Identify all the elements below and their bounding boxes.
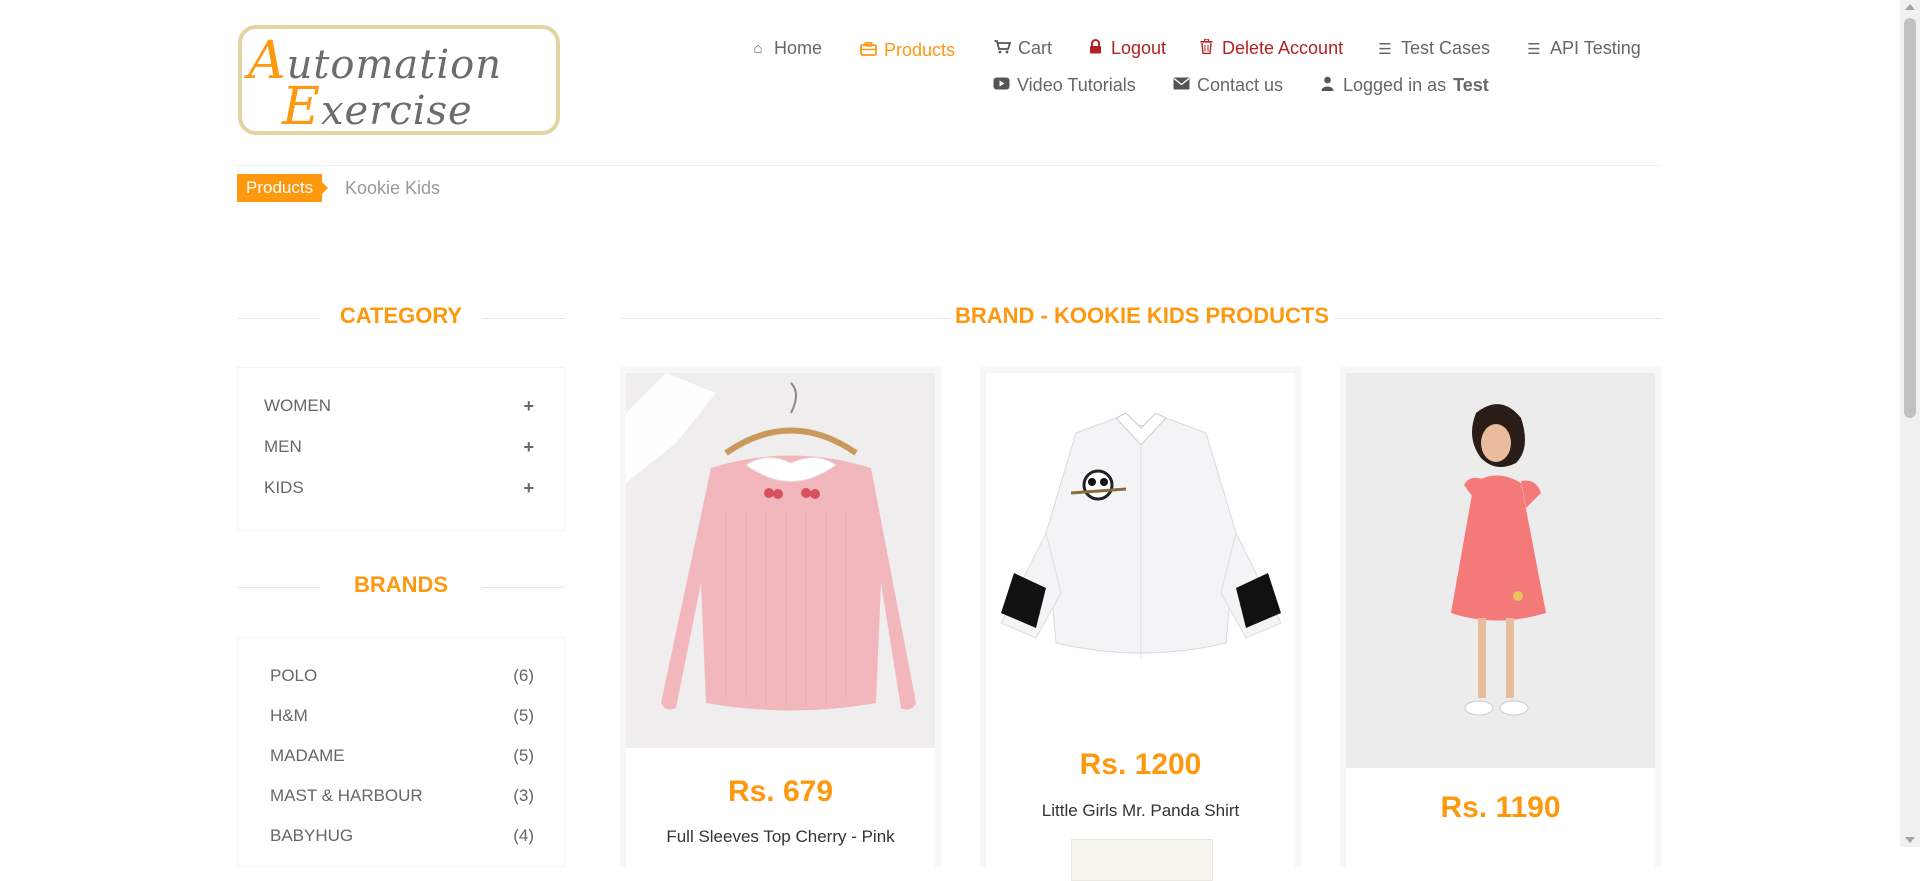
product-name: Full Sleeves Top Cherry - Pink <box>666 827 895 846</box>
scrollbar-thumb[interactable] <box>1904 18 1916 418</box>
list-icon: ☰ <box>1527 40 1541 58</box>
logged-in-username: Test <box>1453 75 1489 95</box>
plus-icon[interactable]: + <box>523 396 534 417</box>
title-rule <box>482 587 565 588</box>
brands-panel: POLO (6) H&M (5) MADAME (5) MAST & HARBOUR(… <box>237 637 565 867</box>
scroll-up-arrow-icon[interactable] <box>1905 4 1915 10</box>
product-price: Rs. 1190 <box>1440 791 1561 824</box>
breadcrumb-current: Kookie Kids <box>345 178 441 198</box>
product-price: Rs. 1200 <box>1079 748 1202 781</box>
nav-api-testing[interactable]: ☰ API Testing <box>1525 38 1640 59</box>
category-item-kids[interactable]: KIDS + <box>264 478 534 499</box>
title-rule <box>237 318 320 319</box>
nav-logged-in-as[interactable]: Logged in as Test <box>1318 75 1489 96</box>
product-card: Rs. 1200 Little Girls Mr. Panda Shirt <box>980 367 1301 881</box>
title-rule <box>1334 318 1662 319</box>
nav-video-tutorials[interactable]: Video Tutorials <box>992 75 1136 96</box>
product-price: Rs. 679 <box>727 775 834 808</box>
brand-item[interactable]: BABYHUG (4) <box>270 826 534 846</box>
nav-cart[interactable]: Cart <box>993 38 1052 59</box>
page: Automation Exercise ⌂ Home Products Cart… <box>0 0 1900 881</box>
envelope-icon <box>1172 77 1190 94</box>
header-divider <box>236 165 1662 166</box>
scroll-down-arrow-icon[interactable] <box>1905 837 1915 843</box>
nav-delete-account[interactable]: Delete Account <box>1197 38 1343 59</box>
site-logo[interactable]: Automation Exercise <box>238 25 560 135</box>
nav-contact-us[interactable]: Contact us <box>1172 75 1283 96</box>
nav-products[interactable]: Products <box>859 40 955 61</box>
logo-text-line2: Exercise <box>282 77 473 135</box>
cart-icon <box>993 39 1011 58</box>
product-image[interactable] <box>626 373 935 748</box>
youtube-play-icon <box>992 77 1010 94</box>
title-rule <box>237 587 320 588</box>
trash-icon <box>1197 38 1215 58</box>
lock-icon <box>1086 39 1104 58</box>
category-panel: WOMEN + MEN + KIDS + <box>237 367 565 531</box>
home-icon: ⌂ <box>753 40 763 57</box>
product-image[interactable] <box>1346 373 1655 768</box>
brand-item[interactable]: MAST & HARBOUR (3) <box>270 786 534 806</box>
title-rule <box>482 318 565 319</box>
brand-item[interactable]: MADAME (5) <box>270 746 534 766</box>
brand-item[interactable]: H&M (5) <box>270 706 534 726</box>
breadcrumb-products[interactable]: Products <box>237 174 329 202</box>
list-icon: ☰ <box>1378 40 1392 58</box>
product-card: Rs. 1190 <box>1340 367 1661 867</box>
brands-title: BRANDS <box>353 572 449 597</box>
nav-home[interactable]: ⌂ Home <box>749 38 822 59</box>
nav-test-cases[interactable]: ☰ Test Cases <box>1376 38 1490 59</box>
brand-products-title: BRAND - KOOKIE KIDS PRODUCTS <box>954 303 1329 328</box>
nav-logout[interactable]: Logout <box>1086 38 1166 59</box>
plus-icon[interactable]: + <box>523 478 534 499</box>
user-icon <box>1318 76 1336 95</box>
product-card: Rs. 679 Full Sleeves Top Cherry - Pink <box>620 367 941 867</box>
category-item-men[interactable]: MEN + <box>264 437 534 458</box>
product-image[interactable] <box>986 373 1295 723</box>
briefcase-icon <box>859 41 877 60</box>
add-to-cart-button[interactable] <box>1071 839 1213 881</box>
title-rule <box>620 318 950 319</box>
category-item-women[interactable]: WOMEN + <box>264 396 534 417</box>
brand-item[interactable]: POLO (6) <box>270 666 534 686</box>
vertical-scrollbar[interactable] <box>1900 0 1920 847</box>
plus-icon[interactable]: + <box>523 437 534 458</box>
product-name: Little Girls Mr. Panda Shirt <box>1041 801 1240 820</box>
category-title: CATEGORY <box>339 303 463 328</box>
